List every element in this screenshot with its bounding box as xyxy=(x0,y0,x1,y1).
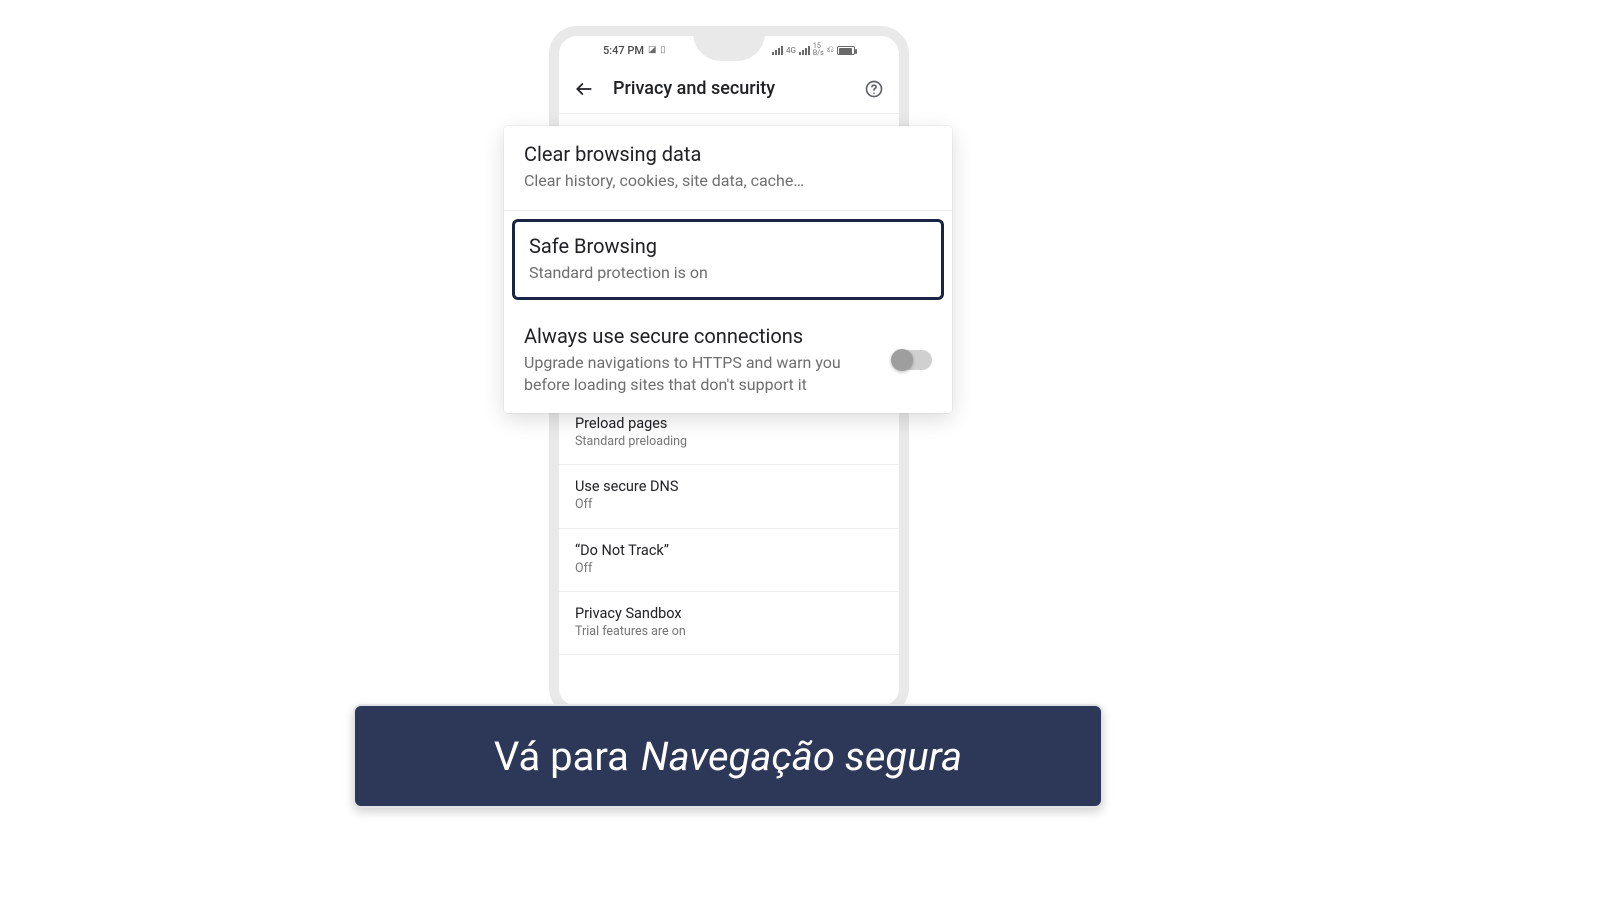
zoom-card: Clear browsing data Clear history, cooki… xyxy=(504,126,952,413)
net-gen: 4G xyxy=(786,46,796,55)
item-sub: Standard protection is on xyxy=(529,262,927,284)
caption-bar: Vá para Navegação segura xyxy=(353,704,1103,808)
page-title: Privacy and security xyxy=(613,78,845,99)
status-left: 5:47 PM ◪ ▯ xyxy=(603,44,666,57)
settings-list: Preload pages Standard preloading Use se… xyxy=(559,402,899,655)
setting-title: Privacy Sandbox xyxy=(575,605,883,622)
caption-pre: Vá para xyxy=(494,733,629,780)
setting-do-not-track[interactable]: “Do Not Track” Off xyxy=(559,529,899,592)
setting-privacy-sandbox[interactable]: Privacy Sandbox Trial features are on xyxy=(559,592,899,655)
net-unit: B/s xyxy=(813,50,824,57)
status-time: 5:47 PM xyxy=(603,44,644,57)
facebook-icon: ◪ xyxy=(648,45,657,55)
setting-title: “Do Not Track” xyxy=(575,542,883,559)
secure-connections-toggle[interactable] xyxy=(892,350,932,370)
item-title: Safe Browsing xyxy=(529,234,927,258)
setting-secure-dns[interactable]: Use secure DNS Off xyxy=(559,465,899,528)
setting-clear-browsing-data[interactable]: Clear browsing data Clear history, cooki… xyxy=(504,126,952,211)
page-header: Privacy and security xyxy=(559,64,899,114)
setting-title: Preload pages xyxy=(575,415,883,432)
setting-sub: Standard preloading xyxy=(575,434,883,450)
item-sub: Upgrade navigations to HTTPS and warn yo… xyxy=(524,352,878,395)
item-title: Always use secure connections xyxy=(524,324,878,348)
back-arrow-icon[interactable] xyxy=(573,78,595,100)
help-icon[interactable] xyxy=(863,78,885,100)
status-right: 4G 15 B/s ⎌ xyxy=(772,43,855,57)
setting-sub: Trial features are on xyxy=(575,624,883,640)
item-sub: Clear history, cookies, site data, cache… xyxy=(524,170,932,192)
signal-icon-2 xyxy=(799,46,810,55)
setting-sub: Off xyxy=(575,561,883,577)
setting-secure-connections[interactable]: Always use secure connections Upgrade na… xyxy=(504,308,952,413)
item-title: Clear browsing data xyxy=(524,142,932,166)
battery-icon xyxy=(837,46,855,55)
app-icon: ▯ xyxy=(661,45,666,55)
volte-icon: ⎌ xyxy=(827,45,834,55)
setting-title: Use secure DNS xyxy=(575,478,883,495)
setting-sub: Off xyxy=(575,497,883,513)
setting-safe-browsing[interactable]: Safe Browsing Standard protection is on xyxy=(512,219,944,301)
caption-em: Navegação segura xyxy=(641,733,962,780)
signal-icon-1 xyxy=(772,46,783,55)
